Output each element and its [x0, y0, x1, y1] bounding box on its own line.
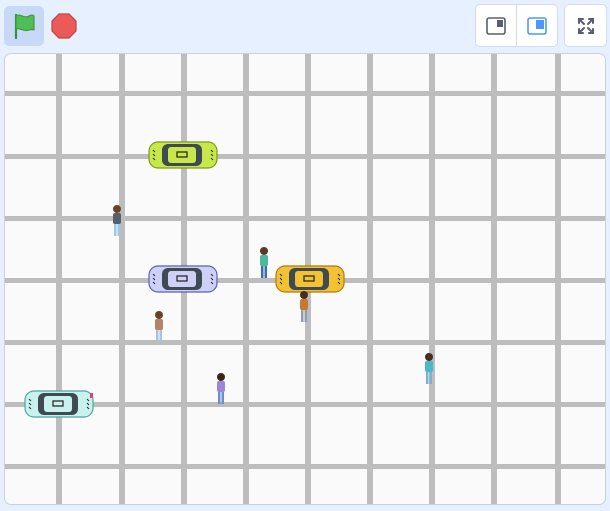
car-lavender[interactable] [148, 264, 218, 294]
stop-button[interactable] [44, 6, 84, 46]
car-lime[interactable] [148, 140, 218, 170]
pedestrian-6[interactable] [422, 352, 436, 386]
stage-toolbar [0, 0, 610, 52]
stage-size-toggle [475, 4, 558, 47]
green-flag-button[interactable] [4, 6, 44, 46]
pedestrian-4[interactable] [152, 310, 166, 344]
pedestrian-2[interactable] [257, 246, 271, 280]
fullscreen-icon [577, 17, 594, 34]
normal-stage-button[interactable] [516, 5, 557, 46]
small-stage-button[interactable] [476, 5, 516, 46]
fullscreen-button[interactable] [564, 4, 607, 47]
green-flag-icon [14, 13, 35, 40]
stage-canvas[interactable] [4, 53, 606, 505]
pedestrian-5[interactable] [214, 372, 228, 406]
small-stage-layout-icon [486, 16, 506, 35]
stop-sign-icon [51, 13, 77, 39]
pedestrian-3[interactable] [297, 290, 311, 324]
car-aqua[interactable] [24, 389, 94, 419]
pedestrian-1[interactable] [110, 204, 124, 238]
normal-stage-layout-icon [527, 16, 547, 35]
